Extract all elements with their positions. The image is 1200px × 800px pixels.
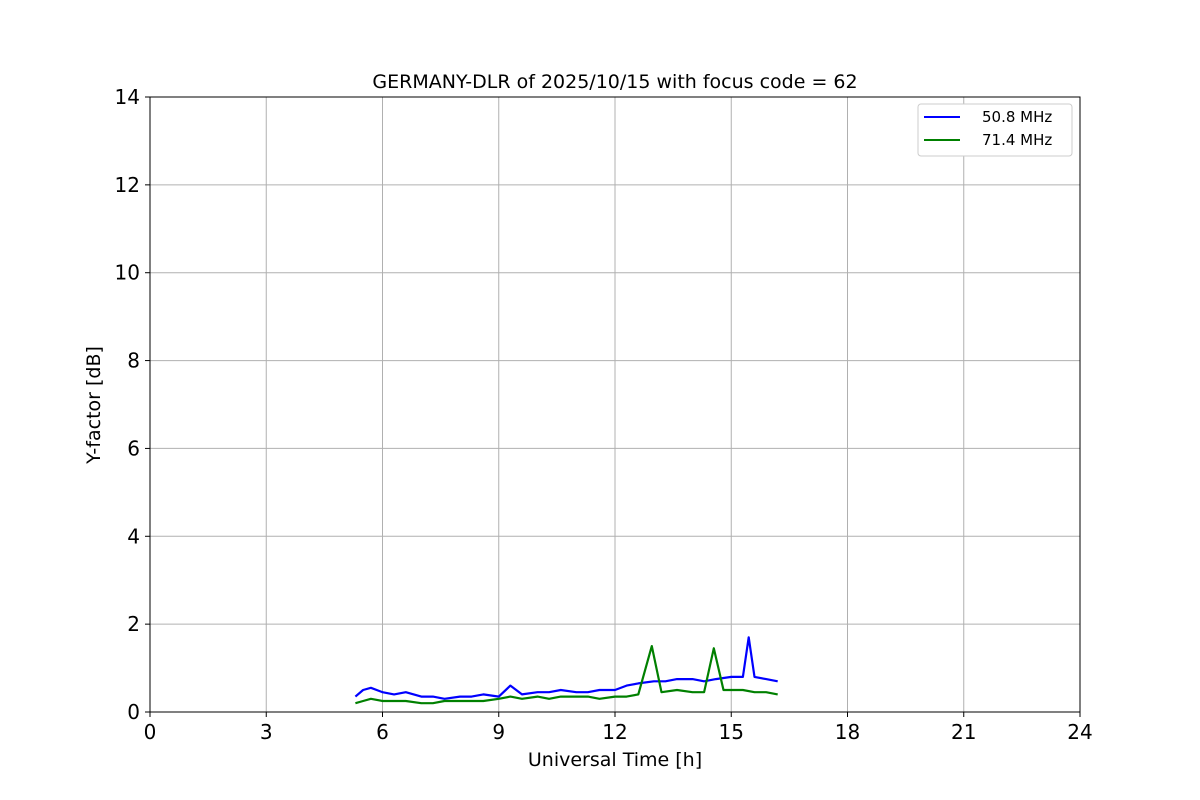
y-tick-label: 0 (127, 700, 140, 724)
x-tick-label: 15 (719, 720, 744, 744)
legend-label-50-8-mhz: 50.8 MHz (982, 108, 1052, 126)
y-tick-label: 10 (115, 261, 140, 285)
y-tick-label: 8 (127, 349, 140, 373)
y-tick-label: 4 (127, 524, 140, 548)
chart: 0 3 6 9 12 15 18 21 2402468101214 GERMANY-DLR of… (0, 0, 1200, 800)
x-tick-label: 18 (835, 720, 860, 744)
x-tick-label: 21 (951, 720, 976, 744)
x-tick-label: 3 (260, 720, 273, 744)
y-tick-label: 12 (115, 173, 140, 197)
y-axis-label: Y-factor [dB] (83, 346, 105, 465)
legend: 50.8 MHz 71.4 MHz (917, 103, 1073, 157)
x-axis-label: Universal Time [h] (528, 749, 702, 771)
x-tick-label: 0 (144, 720, 157, 744)
x-tick-label: 6 (376, 720, 389, 744)
x-tick-label: 12 (602, 720, 627, 744)
y-tick-label: 6 (127, 436, 140, 460)
x-tick-label: 24 (1067, 720, 1092, 744)
legend-label-71-4-mhz: 71.4 MHz (982, 131, 1052, 149)
y-tick-label: 14 (115, 85, 140, 109)
chart-title: GERMANY-DLR of 2025/10/15 with focus cod… (372, 71, 857, 93)
y-tick-label: 2 (127, 612, 140, 636)
x-tick-label: 9 (492, 720, 505, 744)
